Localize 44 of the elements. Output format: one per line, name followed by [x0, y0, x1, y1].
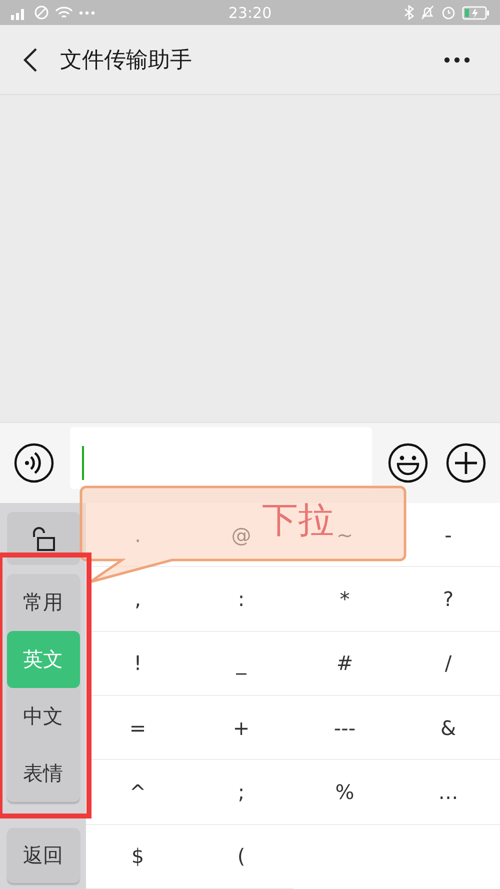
clock-time: 23:20 [228, 4, 272, 22]
symbol-key[interactable]: # [328, 647, 362, 680]
symbol-key[interactable]: ; [230, 776, 253, 808]
symbol-key[interactable]: ^ [121, 776, 154, 808]
wifi-icon [55, 6, 73, 20]
symbol-key[interactable]: ? [434, 582, 462, 615]
voice-icon [14, 443, 54, 483]
plus-icon [446, 443, 486, 483]
symbol-key[interactable]: … [430, 776, 466, 808]
symbol-key[interactable]: * [332, 582, 358, 615]
symbol-key[interactable]: % [327, 776, 362, 808]
symbol-key[interactable]: - [436, 518, 460, 551]
muted-bell-icon [420, 5, 436, 20]
category-tab[interactable]: 中文 [6, 688, 80, 745]
chat-title: 文件传输助手 [60, 46, 193, 74]
symbol-key[interactable]: ( [229, 840, 254, 872]
symbol-key[interactable]: + [224, 712, 258, 744]
symbol-key[interactable]: _ [228, 647, 254, 680]
smiley-icon [388, 443, 428, 483]
more-icon [79, 10, 95, 14]
callout-text: 下拉 [262, 499, 334, 543]
symbol-key[interactable]: , [126, 582, 149, 615]
emoji-button[interactable] [388, 443, 428, 483]
symbol-key[interactable]: ! [126, 647, 150, 680]
symbol-key[interactable]: / [436, 647, 460, 680]
category-tab[interactable]: 表情 [6, 745, 80, 802]
battery-icon [462, 6, 490, 20]
voice-button[interactable] [14, 443, 54, 483]
message-input[interactable] [70, 427, 372, 489]
plus-button[interactable] [446, 443, 486, 483]
back-icon [22, 46, 38, 72]
category-tab[interactable]: 常用 [6, 574, 80, 631]
symbol-key[interactable]: $ [123, 840, 152, 872]
symbol-key[interactable]: = [121, 712, 154, 744]
alarm-icon [441, 5, 456, 20]
symbol-key[interactable]: & [432, 712, 464, 744]
symbol-key[interactable]: : [230, 582, 253, 615]
do-not-disturb-icon [34, 5, 49, 20]
symbol-key[interactable]: --- [326, 712, 364, 744]
more-icon [444, 56, 470, 62]
unlocked-padlock-icon [30, 526, 56, 552]
back-key[interactable]: 返回 [6, 828, 80, 883]
bluetooth-icon [404, 5, 414, 20]
lock-key[interactable] [6, 512, 80, 565]
